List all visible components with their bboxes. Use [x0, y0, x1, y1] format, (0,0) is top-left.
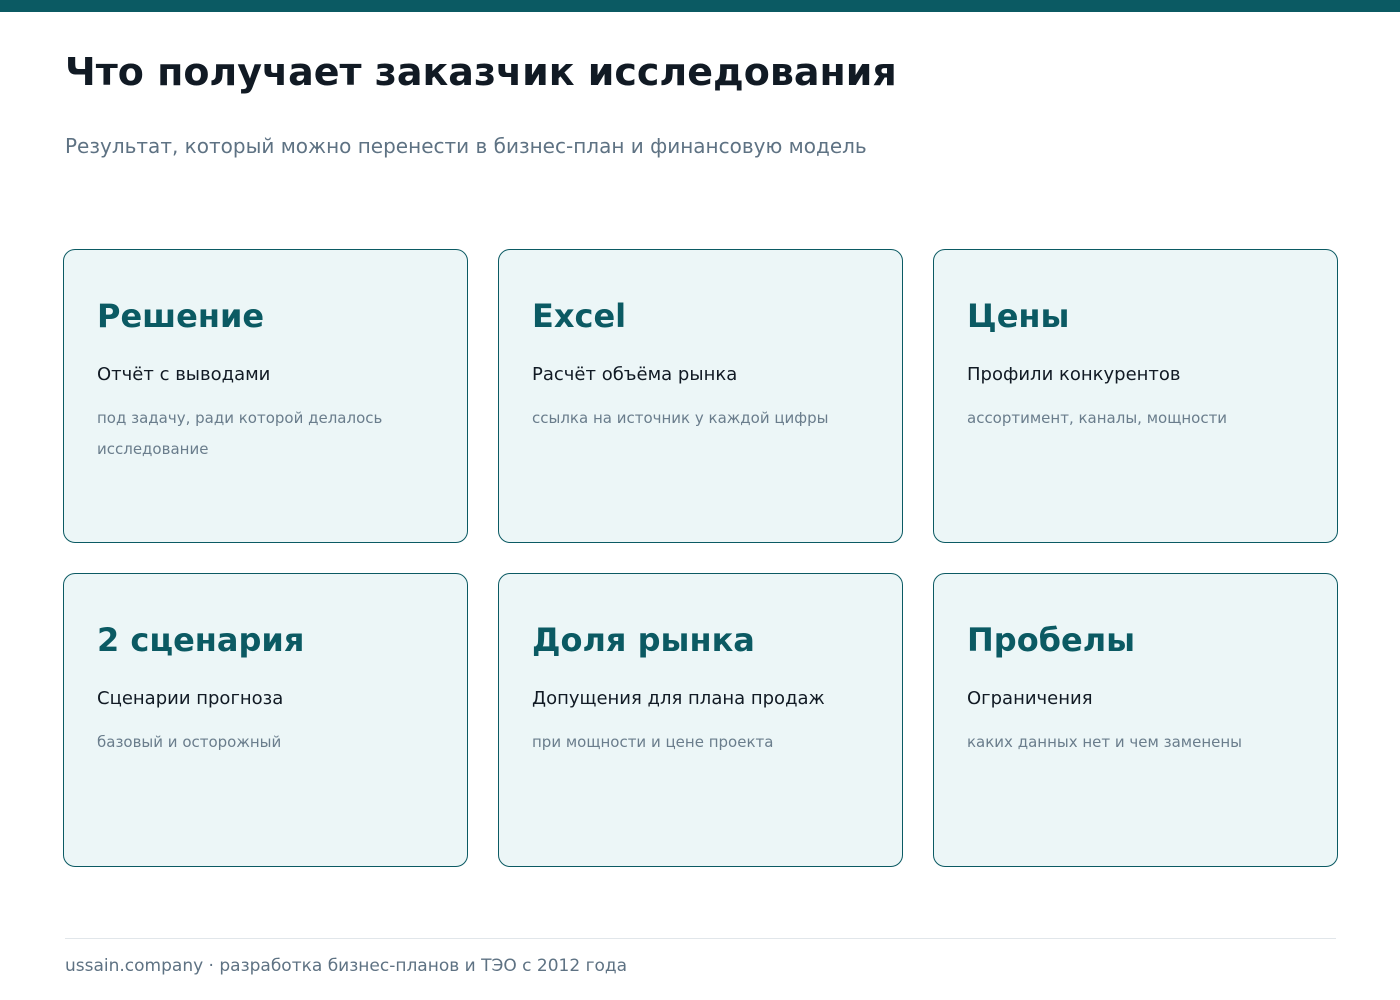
footer-divider [65, 938, 1336, 939]
page-title: Что получает заказчик исследования [65, 50, 897, 94]
card-label: Ограничения [967, 688, 1093, 709]
card-description: под задачу, ради которой делалось исслед… [97, 409, 383, 458]
card-value: 2 сценария [97, 621, 305, 659]
card-description: базовый и осторожный [97, 733, 282, 751]
card-value: Пробелы [967, 621, 1136, 659]
card-value: Решение [97, 297, 265, 335]
deliverables-grid: Решение Отчёт с выводами под задачу, рад… [63, 249, 1338, 867]
deliverable-card-prices: Цены Профили конкурентов ассортимент, ка… [933, 249, 1338, 543]
card-description: ассортимент, каналы, мощности [967, 409, 1228, 427]
deliverable-card-gaps: Пробелы Ограничения каких данных нет и ч… [933, 573, 1338, 867]
card-value: Цены [967, 297, 1070, 335]
page-subtitle: Результат, который можно перенести в биз… [65, 134, 867, 158]
footer-text: ussain.company · разработка бизнес-плано… [65, 956, 628, 976]
deliverable-card-decision: Решение Отчёт с выводами под задачу, рад… [63, 249, 468, 543]
deliverable-card-excel: Excel Расчёт объёма рынка ссылка на исто… [498, 249, 903, 543]
deliverable-card-scenarios: 2 сценария Сценарии прогноза базовый и о… [63, 573, 468, 867]
card-label: Сценарии прогноза [97, 688, 284, 709]
card-value: Доля рынка [532, 621, 755, 659]
card-description: ссылка на источник у каждой цифры [532, 409, 829, 427]
card-label: Расчёт объёма рынка [532, 364, 738, 385]
deliverable-card-market-share: Доля рынка Допущения для плана продаж пр… [498, 573, 903, 867]
card-label: Профили конкурентов [967, 364, 1181, 385]
card-label: Допущения для плана продаж [532, 688, 825, 709]
card-description: при мощности и цене проекта [532, 733, 774, 751]
card-label: Отчёт с выводами [97, 364, 271, 385]
card-description: каких данных нет и чем заменены [967, 733, 1243, 751]
card-value: Excel [532, 297, 627, 335]
top-accent-bar [0, 0, 1400, 12]
